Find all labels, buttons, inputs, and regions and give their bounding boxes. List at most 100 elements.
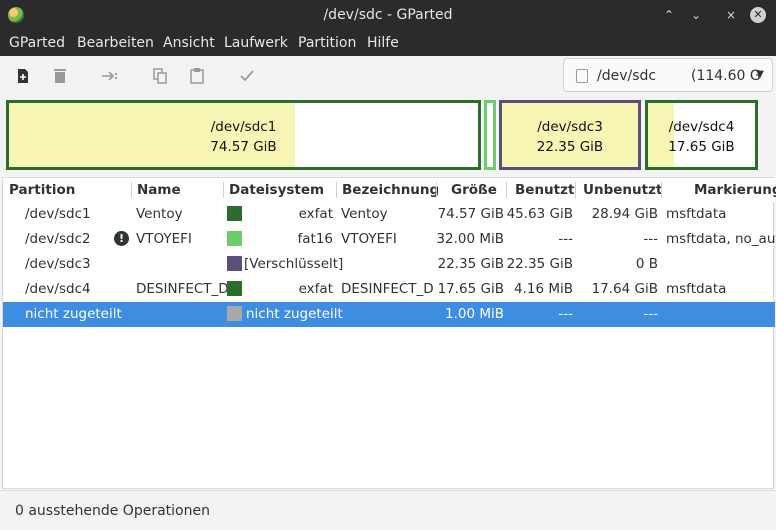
paste-icon[interactable]: [187, 66, 207, 86]
maximize-icon[interactable]: ⌄: [687, 6, 705, 24]
cell-benutzt: 22.35 GiB: [506, 256, 573, 272]
column-groesse[interactable]: Größe: [451, 182, 497, 198]
new-partition-icon[interactable]: [13, 66, 33, 86]
copy-icon[interactable]: [150, 66, 170, 86]
menu-laufwerk[interactable]: Laufwerk: [224, 35, 288, 51]
diskmap-partition-sdc3[interactable]: /dev/sdc3 22.35 GiB: [499, 100, 641, 170]
column-separator: [336, 182, 337, 198]
close-icon[interactable]: ×: [722, 6, 740, 24]
diskmap-segment-border: /dev/sdc4 17.65 GiB: [645, 100, 758, 170]
device-size: (114.60 G: [691, 68, 761, 84]
diskmap-segment-border: [484, 100, 496, 170]
delete-icon[interactable]: [50, 66, 70, 86]
diskmap-segment-border: /dev/sdc1 74.57 GiB: [6, 100, 481, 170]
status-bar: 0 ausstehende Operationen: [0, 490, 776, 530]
cell-partition: nicht zugeteilt: [25, 306, 122, 322]
diskmap-label-name: /dev/sdc4: [668, 119, 735, 135]
device-selector[interactable]: /dev/sdc (114.60 G ▼: [563, 58, 773, 92]
cell-markierungen: msftdata: [666, 281, 727, 297]
cell-markierungen: msftdata, no_auto: [666, 231, 776, 247]
cell-unbenutzt: ---: [643, 231, 658, 247]
cell-partition: /dev/sdc2: [25, 231, 91, 247]
menu-hilfe[interactable]: Hilfe: [367, 35, 399, 51]
disk-map: /dev/sdc1 74.57 GiB /dev/sdc3 22.35 GiB …: [0, 96, 776, 265]
cell-filesystem: exfat: [298, 281, 333, 297]
cell-groesse: 74.57 GiB: [437, 206, 504, 222]
cell-filesystem: exfat: [298, 206, 333, 222]
cell-groesse: 32.00 MiB: [436, 231, 504, 247]
resize-move-icon[interactable]: [100, 66, 120, 86]
chevron-down-icon: ▼: [756, 69, 764, 80]
column-separator: [506, 182, 507, 198]
table-row[interactable]: nicht zugeteilt nicht zugeteilt 1.00 MiB --…: [3, 302, 775, 327]
column-unbenutzt[interactable]: Unbenutzt: [583, 182, 662, 198]
column-separator: [131, 182, 132, 198]
cell-name: VTOYEFI: [136, 231, 192, 247]
cell-unbenutzt: ---: [643, 306, 658, 322]
cell-partition: /dev/sdc3: [25, 256, 91, 272]
menu-bearbeiten[interactable]: Bearbeiten: [77, 35, 154, 51]
device-name: /dev/sdc: [597, 68, 657, 84]
partition-table: Partition Name Dateisystem Bezeichnung G…: [2, 177, 776, 489]
column-separator: [575, 182, 576, 198]
cell-markierungen: msftdata: [666, 206, 727, 222]
cell-filesystem: fat16: [297, 231, 334, 247]
menu-bar: GParted Bearbeiten Ansicht Laufwerk Part…: [0, 30, 776, 56]
diskmap-label-size: 17.65 GiB: [668, 139, 735, 155]
filesystem-color-swatch: [227, 206, 242, 221]
diskmap-label-size: 74.57 GiB: [210, 139, 277, 155]
cell-filesystem: [Verschlüsselt]: [244, 256, 344, 272]
cell-name: Ventoy: [136, 206, 183, 222]
diskmap-label-name: /dev/sdc3: [537, 119, 603, 135]
cell-name: DESINFECT_D: [136, 281, 229, 297]
cell-groesse: 1.00 MiB: [444, 306, 504, 322]
column-separator: [436, 182, 437, 198]
column-benutzt[interactable]: Benutzt: [515, 182, 574, 198]
cell-unbenutzt: 28.94 GiB: [591, 206, 658, 222]
filesystem-color-swatch: [227, 231, 242, 246]
harddisk-icon: [576, 69, 588, 83]
cell-benutzt: ---: [558, 306, 573, 322]
diskmap-segment-border: /dev/sdc3 22.35 GiB: [499, 100, 641, 170]
column-separator: [661, 182, 662, 198]
column-dateisystem[interactable]: Dateisystem: [229, 182, 324, 198]
cell-unbenutzt: 0 B: [635, 256, 658, 272]
column-separator: [223, 182, 224, 198]
cell-benutzt: 4.16 MiB: [513, 281, 573, 297]
menu-ansicht[interactable]: Ansicht: [163, 35, 215, 51]
table-row[interactable]: /dev/sdc1 Ventoy exfat Ventoy 74.57 GiB 45.63…: [3, 202, 775, 227]
cell-bezeichnung: Ventoy: [341, 206, 388, 222]
column-bezeichnung[interactable]: Bezeichnung: [342, 182, 439, 198]
minimize-icon[interactable]: ⌃: [660, 6, 678, 24]
cell-benutzt: ---: [558, 231, 573, 247]
diskmap-label-name: /dev/sdc1: [210, 119, 277, 135]
pending-operations-text: 0 ausstehende Operationen: [15, 503, 210, 519]
table-row[interactable]: /dev/sdc4 DESINFECT_D exfat DESINFECT_D 17.6…: [3, 277, 775, 302]
cell-benutzt: 45.63 GiB: [506, 206, 573, 222]
diskmap-partition-sdc1[interactable]: /dev/sdc1 74.57 GiB: [6, 100, 481, 170]
cell-unbenutzt: 17.64 GiB: [591, 281, 658, 297]
filesystem-color-swatch: [227, 281, 242, 296]
cell-bezeichnung: VTOYEFI: [341, 231, 397, 247]
table-row[interactable]: /dev/sdc3 [Verschlüsselt] 22.35 GiB 22.35 G…: [3, 252, 775, 277]
column-name[interactable]: Name: [137, 182, 181, 198]
column-partition[interactable]: Partition: [9, 182, 75, 198]
table-header: Partition Name Dateisystem Bezeichnung G…: [3, 178, 776, 202]
cell-bezeichnung: DESINFECT_D: [341, 281, 434, 297]
warning-icon[interactable]: !: [114, 231, 129, 246]
cell-partition: /dev/sdc4: [25, 281, 91, 297]
menu-partition[interactable]: Partition: [298, 35, 356, 51]
cell-filesystem: nicht zugeteilt: [246, 306, 343, 322]
window-close-button[interactable]: ✕: [750, 7, 766, 23]
cell-groesse: 22.35 GiB: [437, 256, 504, 272]
table-row[interactable]: /dev/sdc2! VTOYEFI fat16 VTOYEFI 32.00 MiB --…: [3, 227, 776, 252]
menu-gparted[interactable]: GParted: [9, 35, 65, 51]
filesystem-color-swatch: [227, 306, 242, 321]
column-markierungen[interactable]: Markierungen: [694, 182, 776, 198]
cell-partition: /dev/sdc1: [25, 206, 91, 222]
title-bar: /dev/sdc - GParted ⌃ ⌄ × ✕: [0, 0, 776, 30]
apply-icon[interactable]: [237, 66, 257, 86]
diskmap-partition-sdc2[interactable]: [484, 100, 496, 170]
diskmap-label-size: 22.35 GiB: [536, 139, 604, 155]
diskmap-partition-sdc4[interactable]: /dev/sdc4 17.65 GiB: [645, 100, 758, 170]
